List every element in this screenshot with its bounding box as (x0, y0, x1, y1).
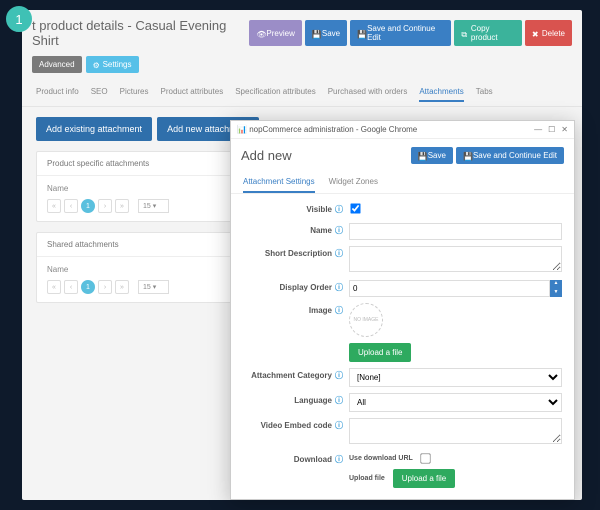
display-order-input[interactable] (349, 280, 550, 297)
delete-button[interactable]: ✖Delete (525, 20, 572, 46)
tab-pictures[interactable]: Pictures (120, 83, 149, 102)
tab-spec-attributes[interactable]: Specification attributes (235, 83, 316, 102)
help-icon[interactable]: ⓘ (335, 455, 343, 464)
page-size-select[interactable]: 15 ▾ (138, 280, 169, 294)
tab-product-attributes[interactable]: Product attributes (161, 83, 224, 102)
help-icon[interactable]: ⓘ (335, 421, 343, 430)
help-icon[interactable]: ⓘ (335, 306, 343, 315)
video-embed-input[interactable] (349, 418, 562, 444)
help-icon[interactable]: ⓘ (335, 371, 343, 380)
step-badge: 1 (6, 6, 32, 32)
save-icon: 💾 (357, 30, 364, 37)
modal-heading: Add new (241, 148, 292, 163)
pager-page[interactable]: 1 (81, 199, 95, 213)
modal-save-continue-button[interactable]: 💾Save and Continue Edit (456, 147, 564, 164)
use-download-url-checkbox[interactable] (420, 453, 430, 463)
no-image-placeholder: NO IMAGE (349, 303, 383, 337)
tab-tabs[interactable]: Tabs (476, 83, 493, 102)
pager-next[interactable]: › (98, 199, 112, 213)
spin-up-icon[interactable]: ▲ (550, 280, 562, 289)
spin-down-icon[interactable]: ▼ (550, 289, 562, 298)
tab-attachment-settings[interactable]: Attachment Settings (243, 172, 315, 193)
pager-last[interactable]: » (115, 199, 129, 213)
save-icon: 💾 (463, 152, 470, 159)
tab-seo[interactable]: SEO (91, 83, 108, 102)
copy-icon: ⧉ (461, 30, 467, 37)
save-icon: 💾 (418, 152, 425, 159)
close-icon[interactable]: ✕ (561, 125, 568, 134)
trash-icon: ✖ (532, 30, 539, 37)
use-download-url-label: Use download URL (349, 455, 413, 462)
settings-button[interactable]: ⚙Settings (86, 56, 139, 73)
visible-checkbox[interactable] (350, 203, 360, 213)
eye-icon: 👁 (256, 30, 263, 37)
advanced-button[interactable]: Advanced (32, 56, 82, 73)
tab-product-info[interactable]: Product info (36, 83, 79, 102)
help-icon[interactable]: ⓘ (335, 396, 343, 405)
preview-button[interactable]: 👁Preview (249, 20, 301, 46)
add-new-modal: 📊 nopCommerce administration - Google Ch… (230, 120, 575, 500)
language-select[interactable]: All (349, 393, 562, 412)
pager-prev[interactable]: ‹ (64, 280, 78, 294)
tab-purchased[interactable]: Purchased with orders (328, 83, 408, 102)
tab-attachments[interactable]: Attachments (419, 83, 463, 102)
pager-prev[interactable]: ‹ (64, 199, 78, 213)
page-title: t product details - Casual Evening Shirt (32, 18, 249, 48)
main-tabs: Product info SEO Pictures Product attrib… (22, 79, 582, 107)
attachment-category-select[interactable]: [None] (349, 368, 562, 387)
name-input[interactable] (349, 223, 562, 240)
help-icon[interactable]: ⓘ (335, 205, 343, 214)
pager-next[interactable]: › (98, 280, 112, 294)
modal-tabs: Attachment Settings Widget Zones (231, 172, 574, 194)
short-description-input[interactable] (349, 246, 562, 272)
upload-file-button-2[interactable]: Upload a file (393, 469, 455, 488)
help-icon[interactable]: ⓘ (335, 226, 343, 235)
add-existing-attachment-button[interactable]: Add existing attachment (36, 117, 152, 141)
tab-widget-zones[interactable]: Widget Zones (329, 172, 378, 193)
help-icon[interactable]: ⓘ (335, 283, 343, 292)
help-icon[interactable]: ⓘ (335, 249, 343, 258)
save-button[interactable]: 💾Save (305, 20, 347, 46)
page-size-select[interactable]: 15 ▾ (138, 199, 169, 213)
upload-file-button[interactable]: Upload a file (349, 343, 411, 362)
upload-file-label: Upload file (349, 475, 385, 482)
modal-save-button[interactable]: 💾Save (411, 147, 453, 164)
pager-page[interactable]: 1 (81, 280, 95, 294)
pager-first[interactable]: « (47, 199, 61, 213)
save-continue-button[interactable]: 💾Save and Continue Edit (350, 20, 451, 46)
pager-first[interactable]: « (47, 280, 61, 294)
pager-last[interactable]: » (115, 280, 129, 294)
window-title: 📊 nopCommerce administration - Google Ch… (237, 125, 417, 134)
minimize-icon[interactable]: — (534, 125, 542, 134)
gear-icon: ⚙ (93, 61, 100, 68)
maximize-icon[interactable]: ☐ (548, 125, 555, 134)
copy-product-button[interactable]: ⧉Copy product (454, 20, 521, 46)
save-icon: 💾 (312, 30, 319, 37)
